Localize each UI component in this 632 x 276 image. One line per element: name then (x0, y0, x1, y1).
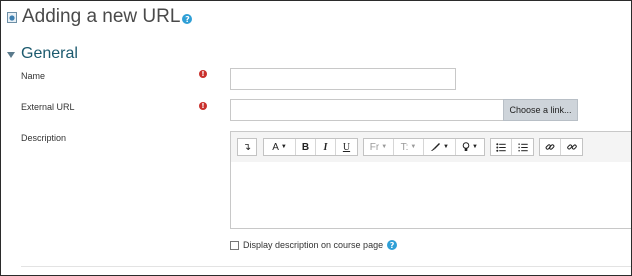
url-icon (7, 11, 17, 23)
help-icon[interactable]: ? (387, 240, 398, 250)
form-frame: Adding a new URL ? General Name ! Extern… (0, 0, 632, 276)
description-label: Description (21, 133, 67, 143)
chevron-down-icon: ▼ (410, 144, 417, 150)
underline-button[interactable]: U (336, 139, 357, 155)
page-header: Adding a new URL ? (7, 6, 193, 28)
collapse-toolbar-button[interactable]: ↴ (238, 139, 256, 155)
toolbar-group-links (539, 138, 583, 156)
toolbar-group-undo: ↴ (237, 138, 257, 156)
chevron-down-icon: ▼ (280, 144, 287, 150)
numbered-list-button[interactable] (512, 139, 533, 155)
brush-button[interactable]: ▼ (424, 139, 456, 155)
bold-button[interactable]: B (296, 139, 316, 155)
link-button[interactable] (540, 139, 561, 155)
section-title: General (21, 45, 78, 62)
unlink-icon (566, 144, 577, 150)
required-icon: ! (199, 70, 207, 78)
lightbulb-button[interactable]: ▼ (456, 139, 484, 155)
display-description-checkbox[interactable] (230, 240, 239, 250)
required-icon: ! (199, 102, 207, 110)
font-family-button[interactable]: Fr ▼ (364, 139, 394, 155)
divider (21, 266, 631, 267)
name-label: Name (21, 71, 46, 81)
toolbar-group-lists (490, 138, 534, 156)
help-icon[interactable]: ? (182, 14, 193, 24)
chevron-down-icon: ▼ (443, 144, 449, 150)
editor-toolbar: ↴ A ▼ B I U Fr ▼ T: ▼ ▼ ▼ (230, 131, 631, 163)
lightbulb-icon (462, 142, 470, 151)
font-size-button[interactable]: T: ▼ (394, 139, 424, 155)
toolbar-group-format: A ▼ B I U (263, 138, 358, 156)
font-color-button[interactable]: A ▼ (264, 139, 296, 155)
external-url-input[interactable] (230, 99, 504, 121)
brush-icon (431, 143, 441, 151)
toolbar-group-style: Fr ▼ T: ▼ ▼ ▼ (363, 138, 485, 156)
font-size-icon: T: (400, 141, 409, 153)
chevron-down-icon: ▼ (381, 144, 388, 150)
bullet-list-button[interactable] (491, 139, 512, 155)
chevron-down-icon: ▼ (472, 144, 478, 150)
external-url-label: External URL (21, 102, 75, 112)
choose-link-button[interactable]: Choose a link... (503, 99, 578, 121)
bullet-list-icon (496, 142, 506, 152)
italic-button[interactable]: I (316, 139, 336, 155)
collapse-icon[interactable] (7, 51, 15, 58)
description-editor[interactable] (230, 162, 631, 229)
name-input[interactable] (230, 68, 456, 90)
font-color-icon: A (272, 141, 279, 153)
display-description-option: Display description on course page ? (230, 240, 398, 250)
unlink-button[interactable] (561, 139, 582, 155)
numbered-list-icon (518, 143, 528, 151)
display-description-label: Display description on course page (243, 240, 384, 250)
page-title: Adding a new URL (22, 6, 181, 27)
font-family-icon: Fr (369, 141, 380, 153)
section-general-toggle[interactable]: General (7, 45, 78, 63)
link-icon (545, 144, 555, 150)
